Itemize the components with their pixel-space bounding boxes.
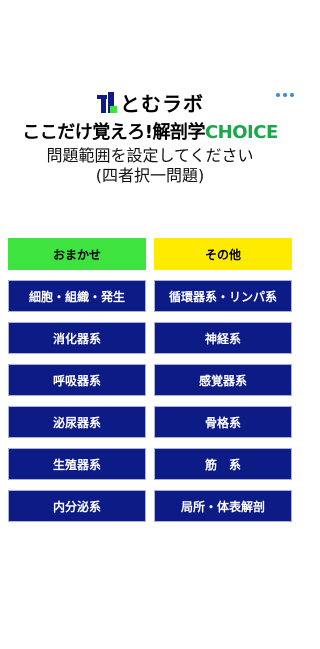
other-button[interactable]: その他: [154, 238, 292, 270]
app-logo: とむラボ: [0, 88, 300, 117]
instruction-line-1: 問題範囲を設定してください: [46, 146, 254, 165]
category-button-reproductive[interactable]: 生殖器系: [8, 448, 146, 480]
category-button-regional-anatomy[interactable]: 局所・体表解剖: [154, 490, 292, 522]
logo-text: とむラボ: [120, 92, 204, 116]
category-button-sensory[interactable]: 感覚器系: [154, 364, 292, 396]
category-button-digestive[interactable]: 消化器系: [8, 322, 146, 354]
app-title-accent: CHOICE: [204, 122, 278, 143]
category-button-muscular[interactable]: 筋 系: [154, 448, 292, 480]
app-title-main: ここだけ覚えろ!解剖学: [22, 122, 205, 143]
instruction-line-2: (四者択一問題): [95, 166, 205, 185]
logo-mark-icon: [96, 91, 118, 114]
category-button-cells-tissues[interactable]: 細胞・組織・発生: [8, 280, 146, 312]
category-button-circulatory[interactable]: 循環器系・リンパ系: [154, 280, 292, 312]
category-button-urinary[interactable]: 泌尿器系: [8, 406, 146, 438]
app-title: ここだけ覚えろ!解剖学CHOICE: [0, 118, 300, 144]
category-button-respiratory[interactable]: 呼吸器系: [8, 364, 146, 396]
category-grid: おまかせ その他 細胞・組織・発生 循環器系・リンパ系 消化器系 神経系 呼吸器…: [8, 238, 292, 522]
instruction-text: 問題範囲を設定してください (四者択一問題): [0, 146, 300, 186]
category-button-endocrine[interactable]: 内分泌系: [8, 490, 146, 522]
category-button-nervous[interactable]: 神経系: [154, 322, 292, 354]
random-button[interactable]: おまかせ: [8, 238, 146, 270]
category-button-skeletal[interactable]: 骨格系: [154, 406, 292, 438]
